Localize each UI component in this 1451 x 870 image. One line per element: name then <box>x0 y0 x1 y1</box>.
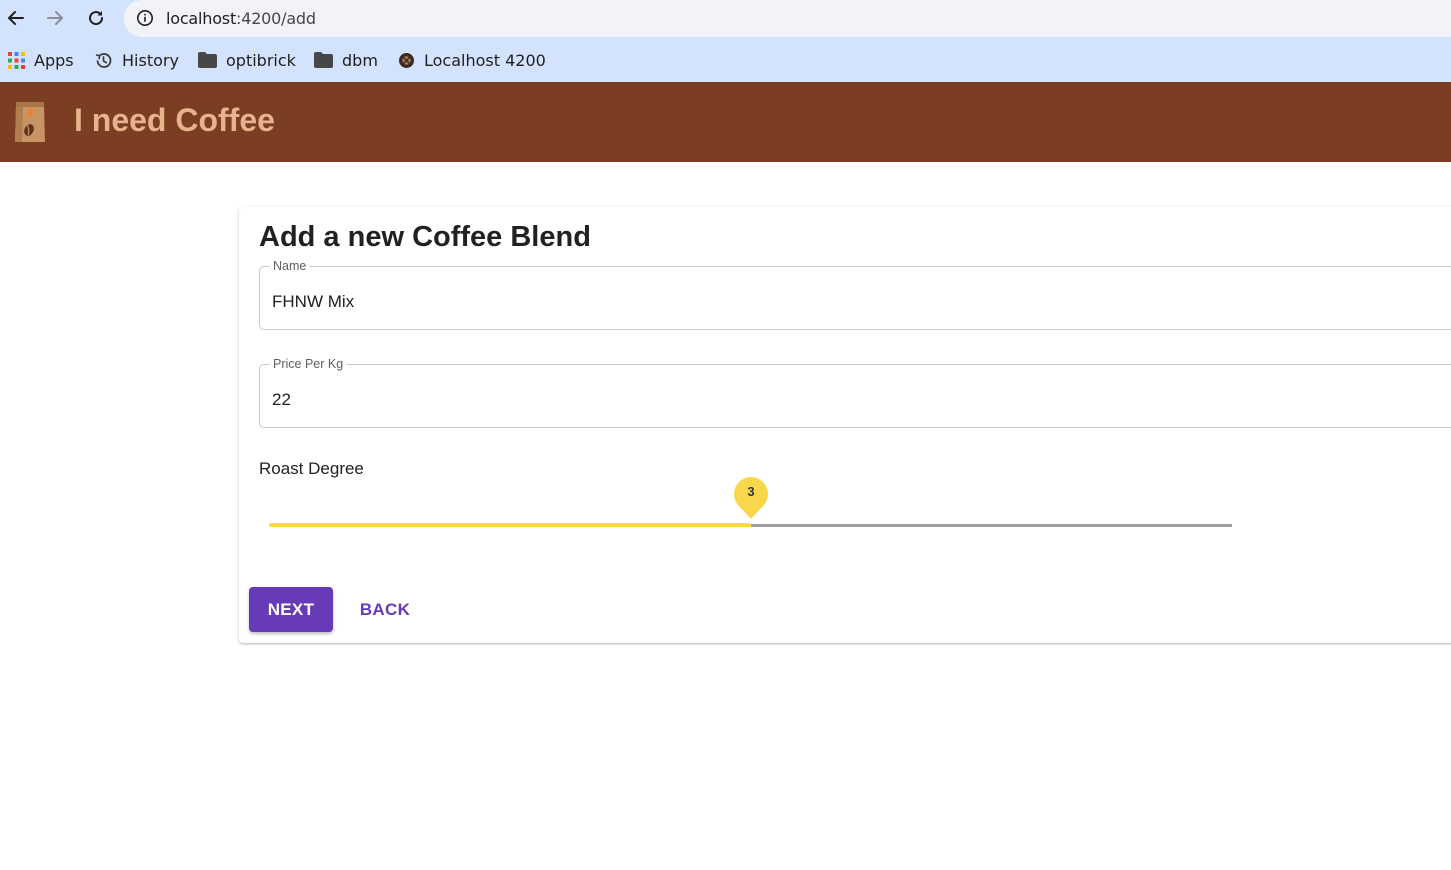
arrow-left-icon <box>8 11 24 25</box>
name-field-value[interactable]: FHNW Mix <box>272 292 354 312</box>
next-button[interactable]: NEXT <box>249 587 333 632</box>
url-text: localhost:4200/add <box>166 9 316 28</box>
site-favicon-icon <box>399 52 414 68</box>
folder-icon <box>314 52 333 68</box>
apps-grid-icon <box>8 51 25 69</box>
bookmark-label: History <box>122 50 179 70</box>
slider-value-label: 3 <box>747 484 755 499</box>
price-field-value[interactable]: 22 <box>272 390 291 410</box>
price-field[interactable]: Price Per Kg 22 <box>259 357 1451 428</box>
address-bar[interactable]: localhost:4200/add <box>124 0 1451 37</box>
page-title: Add a new Coffee Blend <box>259 221 591 253</box>
arrow-right-icon <box>47 11 63 25</box>
bookmark-label: optibrick <box>226 50 296 70</box>
reload-icon <box>89 11 104 26</box>
app-title: I need Coffee <box>74 102 275 138</box>
url-path: :4200/add <box>236 9 316 28</box>
history-icon <box>95 52 112 68</box>
bookmark-dbm[interactable]: dbm <box>314 49 378 71</box>
slider-track-inactive[interactable] <box>751 524 1232 527</box>
bookmarks-bar: Apps History optibrick dbm Localhost 420… <box>0 37 1451 82</box>
slider-track-active[interactable] <box>269 523 751 527</box>
bookmark-localhost[interactable]: Localhost 4200 <box>398 49 546 71</box>
roast-degree-slider[interactable]: 3 <box>269 477 1232 527</box>
bookmark-label: dbm <box>342 50 378 70</box>
bookmark-history[interactable]: History <box>94 49 179 71</box>
bookmark-label: Apps <box>34 50 74 70</box>
coffee-bag-icon <box>13 100 47 149</box>
forward-button[interactable] <box>41 4 69 32</box>
reload-button[interactable] <box>82 4 110 32</box>
back-button[interactable] <box>2 4 30 32</box>
back-link-button[interactable]: BACK <box>351 587 419 632</box>
slider-thumb[interactable]: 3 <box>733 477 769 521</box>
bookmark-apps[interactable]: Apps <box>8 49 74 71</box>
name-field-label: Name <box>269 259 311 273</box>
bookmark-label: Localhost 4200 <box>424 50 546 70</box>
name-field[interactable]: Name FHNW Mix <box>259 259 1451 330</box>
add-blend-card: Add a new Coffee Blend Name FHNW Mix Pri… <box>239 207 1451 643</box>
app-header: I need Coffee <box>0 82 1451 162</box>
price-field-label: Price Per Kg <box>269 357 348 371</box>
bookmark-optibrick[interactable]: optibrick <box>198 49 296 71</box>
info-icon[interactable] <box>136 9 154 32</box>
url-host: localhost <box>166 9 237 28</box>
browser-toolbar: localhost:4200/add <box>0 0 1451 37</box>
roast-degree-label: Roast Degree <box>259 459 364 478</box>
folder-icon <box>198 52 217 68</box>
